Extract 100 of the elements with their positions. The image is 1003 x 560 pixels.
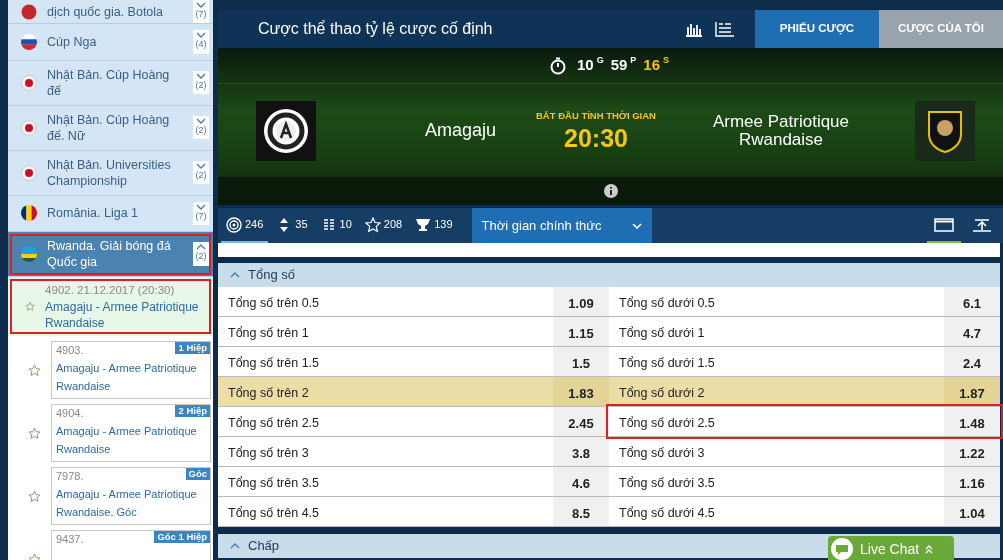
chevron-icon [196,117,206,124]
tab[interactable]: PHIẾU CƯỢC [755,10,879,48]
odds-value: 2.45 [553,407,609,436]
match-teams: Amagaju - Armee Patriotique Rwandaise [56,424,198,458]
stat-filter[interactable]: 10 [315,208,357,243]
league-item[interactable]: dịch quốc gia. Botola (7) [8,0,213,24]
odds-option[interactable]: Tổng số trên 1 1.15 [218,317,609,346]
home-team: Amagaju [423,119,496,142]
expand-toggle[interactable]: (7) [193,0,209,24]
odds-value: 1.04 [944,497,1000,526]
odds-value: 4.7 [944,317,1000,346]
league-item[interactable]: România. Liga 1 (7) [8,195,213,232]
chevron-icon [196,32,206,38]
match-tag: 1 Hiệp [175,342,210,355]
info-icon[interactable] [603,184,618,198]
market-header[interactable]: Chấp [230,536,280,556]
submatch-card[interactable]: 4904. 2 Hiệp Amagaju - Armee Patriotique Rwandaise [51,404,211,463]
stat-filter[interactable]: 139 [410,208,458,243]
expand-toggle[interactable]: (2) [193,160,209,185]
match-teams: Amagaju - Armee Patriotique Rwandaise [45,299,200,332]
start-time: 20:30 [564,123,628,152]
outcome-label: Tổng số trên 3 [227,445,310,462]
target-icon [226,216,242,233]
chevron-icon [196,203,206,210]
flag-icon [21,205,37,222]
expand-toggle[interactable]: (4) [193,30,209,54]
match-item[interactable]: 4902. 21.12.2017 (20:30) Amagaju - Armee Patriotique Rwandaise [8,277,213,337]
outcome-label: Tổng số trên 1.5 [227,355,321,372]
match-teams: Amagaju - Armee Patriotique Rwandaise. Góc [56,487,198,521]
match-code: 4904. [56,406,84,422]
odds-value: 1.15 [553,317,609,346]
odds-option[interactable]: Tổng số dưới 3 1.22 [609,437,1000,466]
stat-filter[interactable]: 208 [359,208,408,243]
stat-filter[interactable]: 35 [271,208,313,243]
start-label: BẮT ĐẦU TÍNH THỜI GIAN [536,109,656,124]
expand-toggle[interactable]: (2) [193,70,209,95]
list-icon[interactable] [715,21,735,37]
outcome-label: Tổng số trên 4.5 [227,505,321,522]
flag-icon [21,3,37,20]
match-tag: Góc [185,468,210,481]
league-item[interactable]: Nhật Bản. Cúp Hoàng đế. Nữ (2) [8,105,213,151]
league-name: Cúp Nga [47,33,98,50]
odds-option[interactable]: Tổng số dưới 3.5 1.16 [609,467,1000,496]
league-item[interactable]: Nhật Bản. Cúp Hoàng đế (2) [8,60,213,106]
chevron-icon [196,1,206,8]
chat-bubble-icon [830,537,854,560]
odds-option[interactable]: Tổng số dưới 4.5 1.04 [609,497,1000,526]
flag-icon [21,246,37,262]
outcome-label: Tổng số trên 3.5 [227,475,321,492]
outcome-label: Tổng số trên 2.5 [227,415,321,432]
odds-value: 6.1 [944,287,1000,316]
odds-value: 1.09 [553,287,609,316]
club-crest-icon [262,106,310,155]
period-dropdown[interactable]: Thời gian chính thức [471,208,652,243]
league-item[interactable]: Rwanda. Giải bóng đá Quốc gia (2) [8,232,213,277]
market-header[interactable]: Tổng số [230,265,295,285]
odds-option[interactable]: Tổng số dưới 1 4.7 [609,317,1000,346]
chevron-icon [196,244,206,251]
odds-option[interactable]: Tổng số trên 3.5 4.6 [218,467,609,496]
odds-option[interactable]: Tổng số trên 2 1.83 [218,377,609,406]
submatch-card[interactable]: 7978. Góc Amagaju - Armee Patriotique Rwandaise. Góc [51,467,211,526]
odds-option[interactable]: Tổng số trên 2.5 2.45 [218,407,609,436]
bar-chart-icon[interactable] [685,21,703,37]
submatch-card[interactable]: 9437. Góc 1 Hiệp [51,530,211,560]
odds-option[interactable]: Tổng số dưới 0.5 6.1 [609,287,1000,316]
submatch-card[interactable]: 4903. 1 Hiệp Amagaju - Armee Patriotique Rwandaise [51,341,211,400]
double-chevron-icon [925,544,934,554]
outcome-label: Tổng số dưới 4.5 [618,505,716,522]
expand-toggle[interactable]: (2) [193,242,209,266]
odds-value: 1.87 [944,377,1000,406]
star-icon[interactable] [28,489,41,503]
star-icon[interactable] [28,363,41,377]
odds-option[interactable]: Tổng số dưới 2.5 1.48 [609,407,1000,436]
odds-value: 8.5 [553,497,609,526]
odds-option[interactable]: Tổng số dưới 1.5 2.4 [609,347,1000,376]
odds-option[interactable]: Tổng số trên 3 3.8 [218,437,609,466]
outcome-label: Tổng số dưới 1.5 [618,355,716,372]
match-teams: Amagaju - Armee Patriotique Rwandaise [56,361,198,395]
odds-option[interactable]: Tổng số trên 4.5 8.5 [218,497,609,526]
star-icon[interactable] [28,426,41,440]
outcome-label: Tổng số dưới 0.5 [618,295,716,312]
odds-value: 2.4 [944,347,1000,376]
odds-option[interactable]: Tổng số trên 1.5 1.5 [218,347,609,376]
league-name: România. Liga 1 [47,205,140,222]
odds-option[interactable]: Tổng số trên 0.5 1.09 [218,287,609,316]
league-item[interactable]: Cúp Nga (4) [8,24,213,61]
upload-icon [972,217,992,232]
league-name: Rwanda. Giải bóng đá Quốc gia [47,238,172,270]
star-icon[interactable] [25,300,36,314]
league-name: Nhật Bản. Cúp Hoàng đế [47,66,171,99]
league-name: Nhật Bản. Universities Championship [47,156,172,189]
outcome-label: Tổng số dưới 2 [618,385,706,402]
league-item[interactable]: Nhật Bản. Universities Championship (2) [8,150,213,196]
expand-toggle[interactable]: (2) [193,115,209,140]
flag-icon [21,164,37,181]
chevron-icon [196,162,206,169]
expand-toggle[interactable]: (7) [193,201,209,225]
away-team: Armee Patriotique Rwandaise [711,112,851,149]
outcome-label: Tổng số trên 2 [227,385,310,402]
odds-option[interactable]: Tổng số dưới 2 1.87 [609,377,1000,406]
